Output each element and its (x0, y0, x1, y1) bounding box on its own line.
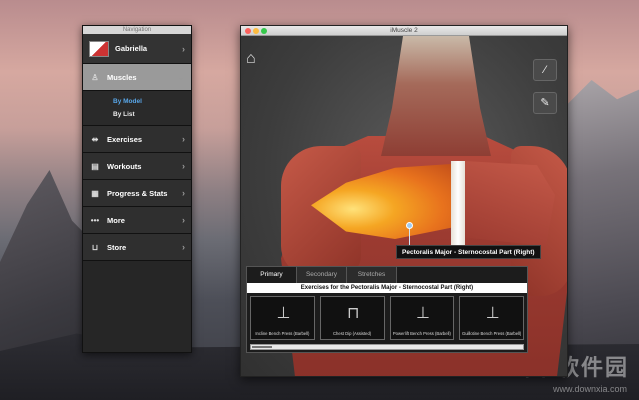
more-dots-icon: ••• (90, 215, 100, 225)
tab-secondary[interactable]: Secondary (297, 267, 347, 283)
window-titlebar: iMuscle 2 (241, 26, 567, 36)
sidebar-item-label: Progress & Stats (107, 188, 168, 198)
chest-dip-icon: ⊓ (347, 305, 360, 322)
pen-tool-button[interactable]: ✎ (533, 92, 557, 114)
cart-icon: ⊔ (91, 242, 99, 252)
pectoral-left-side-model[interactable] (465, 161, 555, 246)
exercise-card[interactable]: ⊥ Powerlift Bench Press (Barbell) (389, 296, 455, 340)
scrollbar-thumb[interactable] (252, 346, 272, 348)
bench-press-icon: ⊥ (276, 305, 291, 322)
sidebar-item-muscles[interactable]: ♙ Muscles ⌄ (83, 64, 191, 91)
sidebar-item-label: Exercises (107, 134, 143, 144)
exercise-label: Incline Bench Press (Barbell) (255, 331, 310, 336)
figure-icon: ♙ (91, 72, 99, 82)
exercise-card[interactable]: ⊥ Incline Bench Press (Barbell) (250, 296, 315, 340)
chevron-right-icon: › (182, 134, 185, 144)
calendar-icon: ▦ (91, 188, 99, 198)
navigator-panel: Navigation Gabriella › ♙ Muscles ⌄ By Mo… (82, 25, 192, 353)
pin-icon: ⁄ (544, 64, 546, 76)
pin-tool-button[interactable]: ⁄ (533, 59, 557, 81)
sidebar-item-label: Workouts (107, 161, 142, 171)
chevron-right-icon: › (182, 188, 185, 198)
muscle-tooltip[interactable]: Pectoralis Major - Sternocostal Part (Ri… (396, 245, 541, 259)
sidebar-item-store[interactable]: ⊔ Store › (83, 234, 191, 261)
sub-item-by-list[interactable]: By List (113, 108, 191, 121)
sternum-model (451, 161, 465, 256)
chevron-right-icon: › (182, 242, 185, 252)
window-title: iMuscle 2 (390, 27, 418, 34)
exercise-card[interactable]: ⊓ Chest Dip (Assisted) (319, 296, 385, 340)
exercise-label: Chest Dip (Assisted) (333, 331, 372, 336)
user-name: Gabriella (115, 44, 148, 53)
muscle-model-viewport[interactable]: ⌂ ⁄ ✎ Pectoralis Major - Sternocostal Pa… (241, 36, 567, 376)
sidebar-item-more[interactable]: ••• More › (83, 207, 191, 234)
sidebar-item-label: Store (107, 242, 127, 252)
bench-press-icon: ⊥ (485, 305, 500, 322)
muscles-sub-list: By Model By List (83, 91, 191, 126)
dumbbell-icon: ⇹ (91, 134, 99, 144)
tooltip-pin[interactable] (406, 222, 413, 229)
sidebar-item-progress[interactable]: ▦ Progress & Stats › (83, 180, 191, 207)
avatar (89, 40, 109, 57)
main-window: iMuscle 2 ⌂ ⁄ ✎ Pectoralis Major - Stern… (240, 25, 568, 377)
watermark-url: www.downxia.com (552, 384, 627, 394)
sidebar-item-workouts[interactable]: ▤ Workouts › (83, 153, 191, 180)
exercise-label: Powerlift Bench Press (Barbell) (392, 331, 451, 336)
exercise-card[interactable]: ⊥ Guillotine Bench Press (Barbell) (459, 296, 524, 340)
exercises-header: Exercises for the Pectoralis Major - Ste… (247, 283, 527, 293)
chevron-right-icon: › (182, 215, 185, 225)
chevron-down-icon: ⌄ (177, 71, 185, 82)
tab-primary[interactable]: Primary (247, 267, 297, 283)
navigator-title: Navigation (83, 26, 191, 34)
pen-icon: ✎ (540, 97, 550, 109)
exercise-label: Guillotine Bench Press (Barbell) (461, 331, 522, 336)
neck-model[interactable] (381, 36, 491, 156)
sub-item-by-model[interactable]: By Model (113, 95, 191, 108)
sidebar-item-exercises[interactable]: ⇹ Exercises › (83, 126, 191, 153)
sidebar-item-label: Muscles (107, 72, 137, 82)
chevron-right-icon: › (182, 43, 185, 54)
exercises-panel: Primary Secondary Stretches Exercises fo… (246, 266, 528, 353)
bench-press-icon: ⊥ (416, 305, 430, 322)
user-row[interactable]: Gabriella › (83, 34, 191, 64)
exercise-tabs: Primary Secondary Stretches (247, 267, 527, 283)
exercise-cards: ⊥ Incline Bench Press (Barbell) ⊓ Chest … (247, 293, 527, 340)
sidebar-item-label: More (107, 215, 125, 225)
exercises-scrollbar[interactable] (250, 344, 524, 350)
tab-stretches[interactable]: Stretches (347, 267, 397, 283)
workout-icon: ▤ (91, 161, 99, 171)
home-icon[interactable]: ⌂ (246, 51, 262, 67)
chevron-right-icon: › (182, 161, 185, 171)
